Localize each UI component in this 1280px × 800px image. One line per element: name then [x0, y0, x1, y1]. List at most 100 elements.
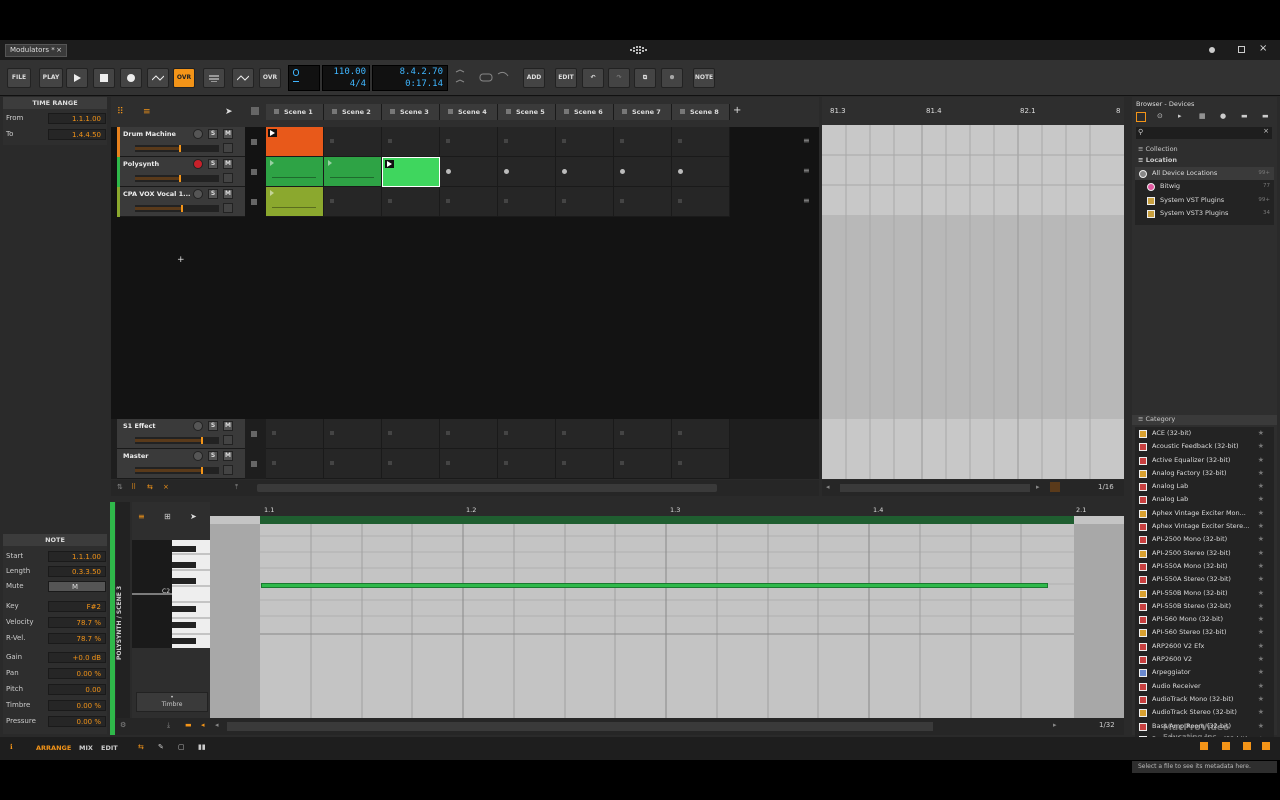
device-item[interactable]: Analog Lab ★ [1135, 480, 1274, 493]
footer-tools-icon[interactable]: ⇅ [117, 483, 123, 491]
note-field-value[interactable]: 78.7 % [48, 633, 106, 644]
clip-slot[interactable] [324, 187, 382, 217]
editor-layer-icon[interactable]: ▬ [185, 721, 192, 729]
add-button[interactable]: ADD [523, 68, 545, 88]
grid-view-icon[interactable]: ⊞ [164, 512, 171, 521]
launcher-ovr-button[interactable]: OVR [259, 68, 281, 88]
scene-launch-icon[interactable] [390, 109, 395, 114]
collection-header[interactable]: ≡ Collection [1138, 145, 1272, 153]
note-field-value[interactable]: 0.00 [48, 684, 106, 695]
footer-grid-icon[interactable]: ⠿ [131, 483, 136, 491]
clip-slot[interactable] [672, 419, 730, 449]
play-button[interactable] [66, 68, 88, 88]
favorite-star-icon[interactable]: ★ [1258, 666, 1264, 679]
music-tab-icon[interactable]: ● [1220, 112, 1226, 120]
fx-track-header[interactable]: Master S M [117, 449, 245, 479]
clip-slot[interactable] [498, 419, 556, 449]
empty-slot-icon[interactable] [388, 431, 392, 435]
favorite-star-icon[interactable]: ★ [1258, 520, 1264, 533]
empty-slot-icon[interactable] [330, 139, 334, 143]
empty-slot-icon[interactable] [388, 139, 392, 143]
track-menu-icon[interactable] [223, 203, 233, 213]
pointer-tool-icon[interactable]: ➤ [225, 107, 233, 117]
editor-scroll-left-icon[interactable]: ◂ [215, 721, 219, 729]
fx-track-name[interactable]: Master [123, 452, 148, 460]
favorite-star-icon[interactable]: ★ [1258, 680, 1264, 693]
favorite-star-icon[interactable]: ★ [1258, 560, 1264, 573]
record-slot-icon[interactable] [562, 169, 567, 174]
favorite-star-icon[interactable]: ★ [1258, 653, 1264, 666]
volume-handle[interactable] [181, 205, 183, 212]
note-field-value[interactable]: M [48, 581, 106, 592]
volume-slider[interactable] [135, 467, 219, 474]
scene-header[interactable]: Scene 6 [556, 104, 614, 120]
device-item[interactable]: Analog Factory (32-bit) ★ [1135, 467, 1274, 480]
device-item[interactable]: API-2500 Stereo (32-bit) ★ [1135, 547, 1274, 560]
scene-header[interactable]: Scene 2 [324, 104, 382, 120]
clip-slot[interactable] [382, 127, 440, 157]
favorite-star-icon[interactable]: ★ [1258, 440, 1264, 453]
device-item[interactable]: AudioTrack Mono (32-bit) ★ [1135, 693, 1274, 706]
pencil-icon[interactable]: ✎ [158, 743, 164, 751]
footer-auto-icon[interactable]: ⇆ [147, 483, 153, 491]
favorite-star-icon[interactable]: ★ [1258, 533, 1264, 546]
solo-button[interactable]: S [208, 421, 218, 431]
favorite-star-icon[interactable]: ★ [1258, 613, 1264, 626]
monitor-icon[interactable] [123, 174, 131, 182]
empty-slot-icon[interactable] [504, 199, 508, 203]
favorite-star-icon[interactable]: ★ [1258, 507, 1264, 520]
track-stop-icon[interactable] [251, 169, 257, 175]
mute-button[interactable]: M [223, 189, 233, 199]
note-button[interactable]: NOTE [693, 68, 715, 88]
scroll-left-icon[interactable]: ◂ [826, 483, 830, 491]
clip-slot[interactable] [324, 419, 382, 449]
device-item[interactable]: Acoustic Feedback (32-bit) ★ [1135, 440, 1274, 453]
favorite-star-icon[interactable]: ★ [1258, 573, 1264, 586]
solo-button[interactable]: S [208, 129, 218, 139]
volume-handle[interactable] [201, 437, 203, 444]
files-tab-icon[interactable]: ▬ [1241, 112, 1248, 120]
favorite-star-icon[interactable]: ★ [1258, 720, 1264, 733]
row-menu-icon[interactable]: ≡ [803, 167, 813, 177]
solo-button[interactable]: S [208, 451, 218, 461]
mute-button[interactable]: M [223, 159, 233, 169]
samples-tab-icon[interactable]: ▸ [1178, 112, 1182, 120]
clip-slot[interactable] [672, 187, 730, 217]
row-menu-icon[interactable]: ≡ [803, 197, 813, 207]
arranger-scrollbar[interactable] [840, 484, 1030, 492]
track-stop-icon[interactable] [251, 139, 257, 145]
record-slot-icon[interactable] [620, 169, 625, 174]
track-menu-icon[interactable] [223, 173, 233, 183]
favorite-star-icon[interactable]: ★ [1258, 706, 1264, 719]
scene-launch-icon[interactable] [622, 109, 627, 114]
to-value[interactable]: 1.4.4.50 [48, 129, 106, 140]
empty-slot-icon[interactable] [678, 461, 682, 465]
clip-slot[interactable] [556, 127, 614, 157]
track-stop-icon[interactable] [251, 431, 257, 437]
track-header[interactable]: Polysynth S M [117, 157, 245, 187]
clip-slot[interactable] [556, 419, 614, 449]
clip[interactable] [266, 127, 324, 157]
clip-slot[interactable] [614, 187, 672, 217]
empty-slot-icon[interactable] [446, 139, 450, 143]
device-item[interactable]: Audio Receiver ★ [1135, 680, 1274, 693]
presets-tab-icon[interactable]: ⊙ [1157, 112, 1163, 120]
clip-launcher-view-icon[interactable]: ⠿ [117, 107, 141, 119]
device-item[interactable]: Arpeggiator ★ [1135, 666, 1274, 679]
volume-handle[interactable] [179, 145, 181, 152]
empty-slot-icon[interactable] [272, 461, 276, 465]
empty-slot-icon[interactable] [678, 199, 682, 203]
track-header[interactable]: CPA VOX Vocal 1... S M [117, 187, 245, 217]
favorite-star-icon[interactable]: ★ [1258, 493, 1264, 506]
empty-slot-icon[interactable] [562, 199, 566, 203]
scene-header[interactable]: Scene 5 [498, 104, 556, 120]
empty-slot-icon[interactable] [330, 199, 334, 203]
clip-slot[interactable] [382, 419, 440, 449]
location-item[interactable]: Bitwig 77 [1135, 180, 1274, 193]
clip-slot[interactable] [672, 449, 730, 479]
record-button[interactable] [120, 68, 142, 88]
track-menu-icon[interactable] [223, 465, 233, 475]
clip-slot[interactable] [556, 187, 614, 217]
clip-slot[interactable] [498, 449, 556, 479]
clip-slot[interactable] [382, 449, 440, 479]
